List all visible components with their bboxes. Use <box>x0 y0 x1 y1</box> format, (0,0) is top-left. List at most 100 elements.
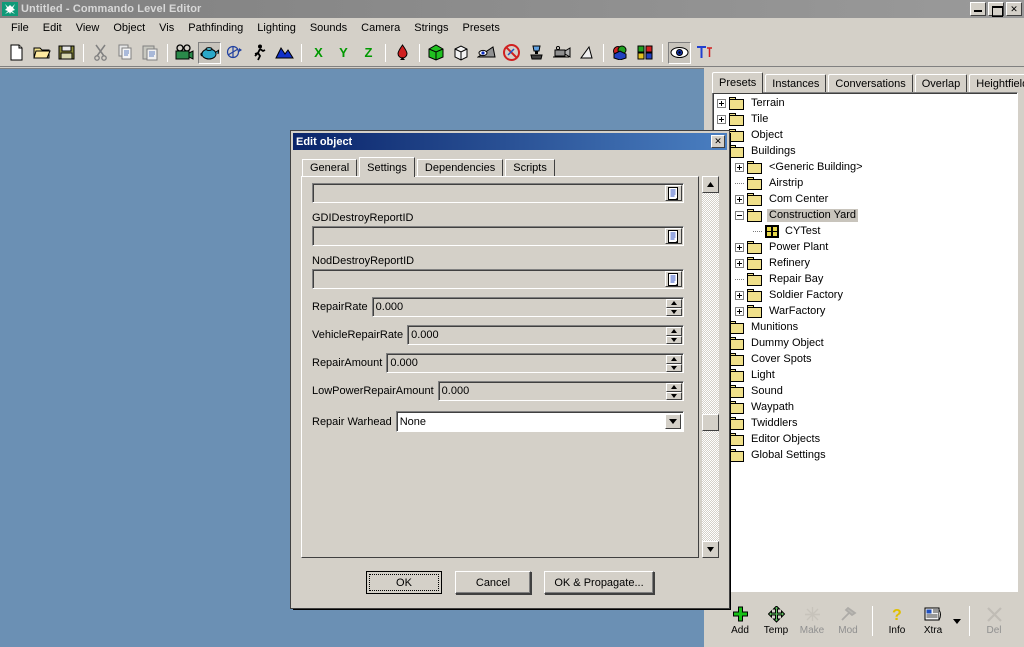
tree-item[interactable]: Editor Objects <box>713 431 1017 447</box>
close-button[interactable]: ✕ <box>1006 2 1022 16</box>
expand-icon[interactable] <box>717 115 726 124</box>
y-axis-lock[interactable]: Y <box>332 42 355 64</box>
xtra-dropdown-icon[interactable] <box>951 599 963 643</box>
browse-document-icon[interactable] <box>665 228 682 244</box>
repair-rate-field[interactable]: 0.000 <box>372 297 684 317</box>
tree-item[interactable]: Object <box>713 127 1017 143</box>
gdi-destroy-report-id-field[interactable] <box>312 226 684 246</box>
tree-item[interactable]: WarFactory <box>713 303 1017 319</box>
new-icon[interactable] <box>5 42 28 64</box>
expand-icon[interactable] <box>735 291 744 300</box>
dialog-close-icon[interactable]: ✕ <box>711 135 725 148</box>
tree-item[interactable]: Munitions <box>713 319 1017 335</box>
menu-item-sounds[interactable]: Sounds <box>303 20 354 36</box>
movie-camera-icon[interactable] <box>173 42 196 64</box>
tree-item[interactable]: Airstrip <box>713 175 1017 191</box>
tree-item[interactable]: Refinery <box>713 255 1017 271</box>
tree-item[interactable]: Twiddlers <box>713 415 1017 431</box>
expand-icon[interactable] <box>735 243 744 252</box>
cut-icon[interactable] <box>89 42 112 64</box>
menu-item-view[interactable]: View <box>69 20 107 36</box>
repair-amount-field[interactable]: 0.000 <box>386 353 684 373</box>
xtra-button[interactable]: Xtra <box>915 599 951 643</box>
tree-item[interactable]: Buildings <box>713 143 1017 159</box>
expand-icon[interactable] <box>735 163 744 172</box>
low-power-repair-amount-field[interactable]: 0.000 <box>438 381 684 401</box>
menu-item-object[interactable]: Object <box>106 20 152 36</box>
z-axis-lock[interactable]: Z <box>357 42 380 64</box>
expand-icon[interactable] <box>717 99 726 108</box>
tab-instances[interactable]: Instances <box>765 74 826 92</box>
spinner-up-icon[interactable] <box>666 355 682 364</box>
presets-icon[interactable] <box>634 42 657 64</box>
menu-item-file[interactable]: File <box>4 20 36 36</box>
minimize-button[interactable] <box>970 2 986 16</box>
browse-document-icon[interactable] <box>665 185 682 201</box>
cube-green-icon[interactable] <box>425 42 448 64</box>
tree-item[interactable]: Terrain <box>713 95 1017 111</box>
presets-tree[interactable]: TerrainTileObjectBuildings<Generic Build… <box>712 92 1018 592</box>
menu-item-strings[interactable]: Strings <box>407 20 455 36</box>
cancel-button[interactable]: Cancel <box>455 571 531 594</box>
save-icon[interactable] <box>55 42 78 64</box>
spinner-down-icon[interactable] <box>666 364 682 373</box>
terrain-icon[interactable] <box>273 42 296 64</box>
spinner-down-icon[interactable] <box>666 308 682 317</box>
tree-item[interactable]: <Generic Building> <box>713 159 1017 175</box>
lamp-icon[interactable] <box>525 42 548 64</box>
text-icon[interactable] <box>693 42 716 64</box>
expand-icon[interactable] <box>735 307 744 316</box>
menu-item-presets[interactable]: Presets <box>456 20 507 36</box>
angle-icon[interactable] <box>575 42 598 64</box>
tree-item[interactable]: Sound <box>713 383 1017 399</box>
no-entry-icon[interactable] <box>500 42 523 64</box>
temp-button[interactable]: Temp <box>758 599 794 643</box>
dialog-tab-settings[interactable]: Settings <box>359 157 415 177</box>
browse-document-icon[interactable] <box>665 271 682 287</box>
scrollbar-track[interactable] <box>702 193 719 541</box>
maximize-button[interactable] <box>988 2 1004 16</box>
expand-icon[interactable] <box>735 195 744 204</box>
expand-icon[interactable] <box>735 259 744 268</box>
drop-icon[interactable] <box>391 42 414 64</box>
tab-overlap[interactable]: Overlap <box>915 74 968 92</box>
dialog-tab-dependencies[interactable]: Dependencies <box>417 159 503 176</box>
ok-propagate-button[interactable]: OK & Propagate... <box>544 571 654 594</box>
tree-item[interactable]: Tile <box>713 111 1017 127</box>
spinner-control[interactable] <box>666 327 682 344</box>
repair-warhead-select[interactable]: None <box>396 411 684 432</box>
menu-item-vis[interactable]: Vis <box>152 20 181 36</box>
scrollbar-thumb[interactable] <box>702 414 719 431</box>
runner-icon[interactable] <box>248 42 271 64</box>
axis-icon[interactable] <box>223 42 246 64</box>
chevron-down-icon[interactable] <box>665 414 681 429</box>
objects-icon[interactable] <box>609 42 632 64</box>
tree-item[interactable]: Power Plant <box>713 239 1017 255</box>
tree-item[interactable]: CYTest <box>713 223 1017 239</box>
vehicle-repair-rate-field[interactable]: 0.000 <box>407 325 684 345</box>
projector-icon[interactable] <box>550 42 573 64</box>
scroll-down-button[interactable] <box>702 541 719 558</box>
menu-item-lighting[interactable]: Lighting <box>250 20 303 36</box>
spinner-control[interactable] <box>666 299 682 316</box>
spinner-down-icon[interactable] <box>666 336 682 345</box>
spinner-up-icon[interactable] <box>666 383 682 392</box>
cube-white-icon[interactable] <box>450 42 473 64</box>
teapot-icon[interactable] <box>198 42 221 64</box>
tree-item[interactable]: Cover Spots <box>713 351 1017 367</box>
open-icon[interactable] <box>30 42 53 64</box>
x-axis-lock[interactable]: X <box>307 42 330 64</box>
menu-item-pathfinding[interactable]: Pathfinding <box>181 20 250 36</box>
menu-item-edit[interactable]: Edit <box>36 20 69 36</box>
tree-item[interactable]: Dummy Object <box>713 335 1017 351</box>
info-button[interactable]: ?Info <box>879 599 915 643</box>
tree-item[interactable]: Light <box>713 367 1017 383</box>
dialog-scrollbar[interactable] <box>702 176 719 558</box>
tab-conversations[interactable]: Conversations <box>828 74 912 92</box>
tree-item[interactable]: Global Settings <box>713 447 1017 463</box>
scroll-up-button[interactable] <box>702 176 719 193</box>
eye-icon[interactable] <box>668 42 691 64</box>
paste-icon[interactable] <box>139 42 162 64</box>
dialog-tab-scripts[interactable]: Scripts <box>505 159 555 176</box>
nod-destroy-report-id-field[interactable] <box>312 269 684 289</box>
